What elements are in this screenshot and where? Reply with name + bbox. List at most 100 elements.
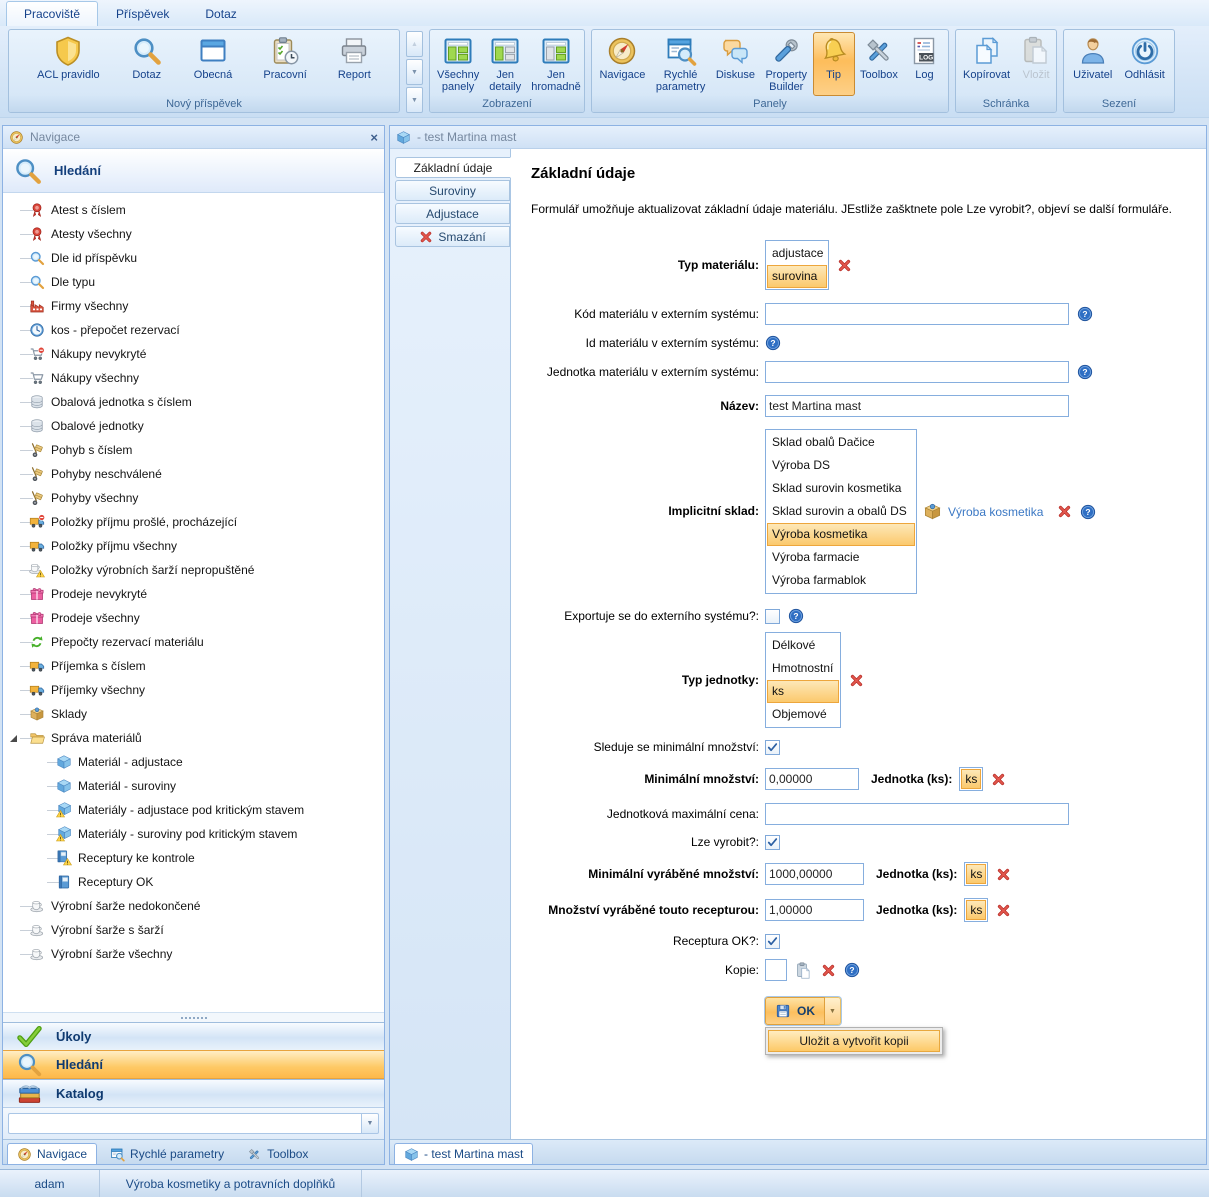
ribbon-button-vsechny-panely[interactable]: Všechny panely xyxy=(432,32,484,96)
option-sklad-surovin-a-obalu-ds[interactable]: Sklad surovin a obalů DS xyxy=(767,500,915,523)
tree-item-vyrobni-sarze-vsechny[interactable]: Výrobní šarže všechny xyxy=(3,942,384,966)
min-mnozstvi-unit-listbox[interactable]: ks xyxy=(959,767,983,791)
receptura-ok-checkbox[interactable] xyxy=(765,934,780,949)
option-ks[interactable]: ks xyxy=(961,769,981,789)
form-tab-smazani[interactable]: Smazání xyxy=(395,226,510,247)
tree-item-dle-id-prispevku[interactable]: Dle id příspěvku xyxy=(3,246,384,270)
jednotka-ext-input[interactable] xyxy=(765,361,1069,383)
tree-item-polozky-prijmu-prosle-prochazejici[interactable]: Položky příjmu prošlé, procházející xyxy=(3,510,384,534)
option-sklad-surovin-kosmetika[interactable]: Sklad surovin kosmetika xyxy=(767,477,915,500)
ok-button[interactable]: OK xyxy=(765,997,825,1025)
option-ks[interactable]: ks xyxy=(767,680,839,703)
ribbon-tab-prispevek[interactable]: Příspěvek xyxy=(98,1,187,26)
min-mnozstvi-input[interactable] xyxy=(765,768,859,790)
kopie-input[interactable] xyxy=(765,959,787,981)
tree-item-kos-prepocet-rezervaci[interactable]: kos - přepočet rezervací xyxy=(3,318,384,342)
form-tab-suroviny[interactable]: Suroviny xyxy=(395,180,510,201)
sleduje-checkbox[interactable] xyxy=(765,740,780,755)
scroll-down-button[interactable]: ▼ xyxy=(406,59,423,85)
ribbon-tab-dotaz[interactable]: Dotaz xyxy=(187,1,254,26)
close-icon[interactable]: × xyxy=(370,131,378,144)
tree-item-sprava-materialu[interactable]: Správa materiálů xyxy=(3,726,384,750)
tree-item-receptury-ke-kontrole[interactable]: Receptury ke kontrole xyxy=(3,846,384,870)
tree-item-materialy-adjustace-pod-kritickym-stavem[interactable]: Materiály - adjustace pod kritickým stav… xyxy=(3,798,384,822)
option-surovina[interactable]: surovina xyxy=(767,265,827,288)
ribbon-button-acl-pravidlo[interactable]: ACL pravidlo xyxy=(32,32,105,84)
tree-item-obalove-jednotky[interactable]: Obalové jednotky xyxy=(3,414,384,438)
document-tab[interactable]: - test Martina mast xyxy=(394,1143,533,1164)
kod-input[interactable] xyxy=(765,303,1069,325)
tree-item-materialy-suroviny-pod-kritickym-stavem[interactable]: Materiály - suroviny pod kritickým stave… xyxy=(3,822,384,846)
clear-kopie-icon[interactable] xyxy=(821,963,836,978)
nazev-input[interactable] xyxy=(765,395,1069,417)
option-ks[interactable]: ks xyxy=(966,900,986,920)
clear-typ-jednotky-icon[interactable] xyxy=(849,673,864,688)
tree-item-nakupy-vsechny[interactable]: Nákupy všechny xyxy=(3,366,384,390)
clear-mnozstvi-rec-icon[interactable] xyxy=(996,903,1011,918)
tree-item-polozky-prijmu-vsechny[interactable]: Položky příjmu všechny xyxy=(3,534,384,558)
mnozstvi-rec-unit-listbox[interactable]: ks xyxy=(964,898,988,922)
min-vyrabene-unit-listbox[interactable]: ks xyxy=(964,862,988,886)
sklad-help-icon[interactable]: ? xyxy=(1080,504,1096,520)
option-vyroba-farmacie[interactable]: Výroba farmacie xyxy=(767,546,915,569)
ribbon-button-obecna[interactable]: Obecná xyxy=(189,32,238,84)
accordion-band-katalog[interactable]: Katalog xyxy=(3,1079,384,1107)
ribbon-button-property-builder[interactable]: Property Builder xyxy=(760,32,812,96)
ribbon-button-kopirovat[interactable]: Kopírovat xyxy=(958,32,1015,84)
ribbon-button-jen-hromadne[interactable]: Jen hromadně xyxy=(526,32,586,96)
option-delkove[interactable]: Délkové xyxy=(767,634,839,657)
ribbon-button-odhlasit[interactable]: Odhlásit xyxy=(1119,32,1169,84)
lze-vyrobit-checkbox[interactable] xyxy=(765,835,780,850)
panel-splitter[interactable] xyxy=(3,1012,384,1022)
tree-item-obalova-jednotka-s-cislem[interactable]: Obalová jednotka s číslem xyxy=(3,390,384,414)
clear-min-vyrabene-icon[interactable] xyxy=(996,867,1011,882)
ribbon-button-tip[interactable]: Tip xyxy=(813,32,855,96)
sidebar-tab-navigace[interactable]: Navigace xyxy=(7,1143,97,1164)
mnozstvi-rec-input[interactable] xyxy=(765,899,864,921)
tree-item-prodeje-vsechny[interactable]: Prodeje všechny xyxy=(3,606,384,630)
min-vyrabene-input[interactable] xyxy=(765,863,864,885)
scroll-up-button[interactable]: ▲ xyxy=(406,31,423,57)
tree-item-firmy-vsechny[interactable]: Firmy všechny xyxy=(3,294,384,318)
form-tab-adjustace[interactable]: Adjustace xyxy=(395,203,510,224)
sklad-listbox[interactable]: Sklad obalů DačiceVýroba DSSklad surovin… xyxy=(765,429,917,594)
tree-item-material-adjustace[interactable]: Materiál - adjustace xyxy=(3,750,384,774)
accordion-band-ukoly[interactable]: Úkoly xyxy=(3,1022,384,1050)
tree-item-atesty-vsechny[interactable]: Atesty všechny xyxy=(3,222,384,246)
tree-item-pohyb-s-cislem[interactable]: Pohyb s číslem xyxy=(3,438,384,462)
ribbon-button-vlozit[interactable]: Vložit xyxy=(1015,32,1057,84)
sidebar-combobox[interactable]: ▼ xyxy=(3,1107,384,1139)
tree-item-prijemky-vsechny[interactable]: Příjemky všechny xyxy=(3,678,384,702)
ribbon-button-uzivatel[interactable]: Uživatel xyxy=(1068,32,1117,84)
clear-typ-materialu-icon[interactable] xyxy=(837,258,852,273)
max-cena-input[interactable] xyxy=(765,803,1069,825)
ribbon-button-diskuse[interactable]: Diskuse xyxy=(711,32,760,84)
option-objemove[interactable]: Objemové xyxy=(767,703,839,726)
tree-item-prijemka-s-cislem[interactable]: Příjemka s číslem xyxy=(3,654,384,678)
clear-min-mnozstvi-icon[interactable] xyxy=(991,772,1006,787)
sklad-link[interactable]: Výroba kosmetika xyxy=(948,505,1043,519)
ribbon-button-dotaz[interactable]: Dotaz xyxy=(126,32,168,84)
tree-item-material-suroviny[interactable]: Materiál - suroviny xyxy=(3,774,384,798)
tree-item-prodeje-nevykryte[interactable]: Prodeje nevykryté xyxy=(3,582,384,606)
ribbon-button-pracovni[interactable]: Pracovní xyxy=(258,32,311,84)
sidebar-tab-rychle-parametry[interactable]: Rychlé parametry xyxy=(100,1143,234,1164)
ribbon-button-report[interactable]: Report xyxy=(333,32,376,84)
ribbon-button-jen-detaily[interactable]: Jen detaily xyxy=(484,32,526,96)
typ-jednotky-listbox[interactable]: DélkovéHmotnostníksObjemové xyxy=(765,632,841,728)
tree-item-receptury-ok[interactable]: Receptury OK xyxy=(3,870,384,894)
export-help-icon[interactable]: ? xyxy=(788,608,804,624)
tree-item-atest-s-cislem[interactable]: Atest s číslem xyxy=(3,198,384,222)
tree-item-dle-typu[interactable]: Dle typu xyxy=(3,270,384,294)
sidebar-tab-toolbox[interactable]: Toolbox xyxy=(237,1143,318,1164)
jednotka-ext-help-icon[interactable]: ? xyxy=(1077,364,1093,380)
ribbon-button-navigace[interactable]: Navigace xyxy=(594,32,650,84)
tree-item-nakupy-nevykryte[interactable]: Nákupy nevykryté xyxy=(3,342,384,366)
clear-sklad-icon[interactable] xyxy=(1057,504,1072,519)
kopie-paste-icon[interactable] xyxy=(794,961,813,980)
save-and-copy-menuitem[interactable]: Uložit a vytvořit kopii xyxy=(768,1030,940,1052)
tree-item-pohyby-neschvalene[interactable]: Pohyby neschválené xyxy=(3,462,384,486)
tree-item-vyrobni-sarze-nedokoncene[interactable]: Výrobní šarže nedokončené xyxy=(3,894,384,918)
tree-item-pohyby-vsechny[interactable]: Pohyby všechny xyxy=(3,486,384,510)
export-checkbox[interactable] xyxy=(765,609,780,624)
